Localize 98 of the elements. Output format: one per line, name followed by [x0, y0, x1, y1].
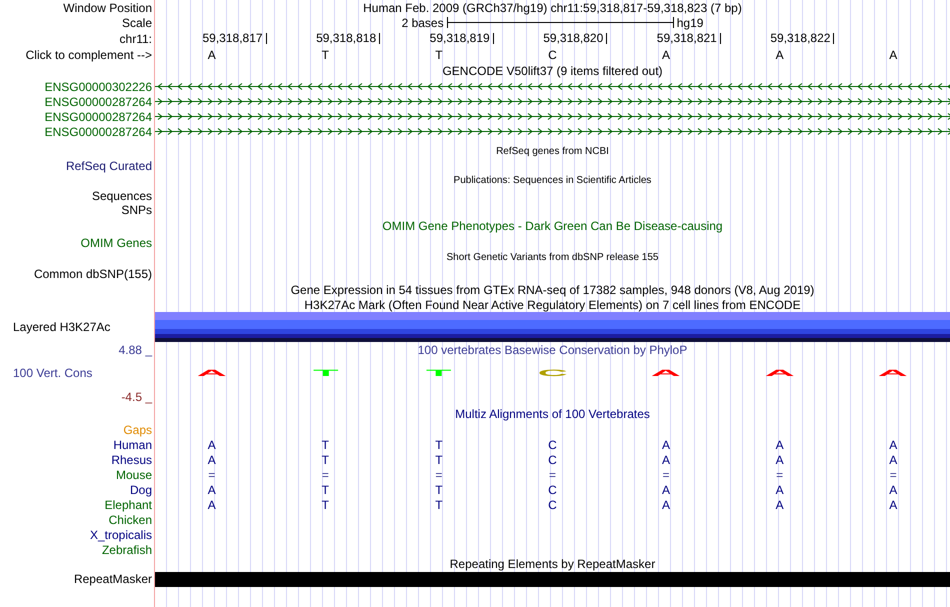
alignment-base: A: [888, 484, 898, 496]
track-title: Multiz Alignments of 100 Vertebrates: [455, 408, 650, 420]
track-title: RefSeq genes from NCBI: [496, 147, 609, 157]
track-label[interactable]: Layered H3K27Ac: [13, 321, 110, 333]
gene-label[interactable]: ENSG00000302226: [44, 80, 152, 92]
alignment-base: =: [662, 468, 671, 480]
alignment-base: =: [320, 468, 330, 480]
alignment-base: A: [774, 498, 785, 510]
axis-label: -4.5 _: [121, 391, 152, 403]
track-title: H3K27Ac Mark (Often Found Near Active Regulatory Elements) on 7 cell lines from ENCODE: [304, 299, 801, 311]
track-label[interactable]: Common dbSNP(155): [34, 268, 152, 280]
axis-label: 4.88 _: [118, 344, 152, 356]
alignment-base: A: [661, 498, 672, 510]
alignment-base: A: [206, 498, 217, 510]
alignment-base: A: [888, 454, 898, 466]
alignment-base: =: [775, 468, 784, 480]
alignment-base: A: [206, 438, 217, 450]
row-label[interactable]: chr11:: [120, 32, 152, 44]
alignment-base: A: [661, 484, 672, 496]
base-letter[interactable]: C: [496, 49, 610, 61]
alignment-base: A: [888, 438, 898, 450]
position-label: 59,318,817: [202, 33, 267, 44]
gene-feature[interactable]: [155, 82, 950, 91]
position-label: 59,318,820: [543, 33, 608, 44]
alignment-base: A: [774, 484, 785, 496]
base-letter[interactable]: A: [722, 49, 836, 61]
row-label[interactable]: Click to complement -->: [26, 49, 152, 61]
position-label: 59,318,819: [430, 33, 494, 44]
alignment-base: =: [434, 468, 444, 480]
species-label[interactable]: Mouse: [116, 468, 152, 480]
logo-letter: T: [425, 368, 453, 378]
base-letter[interactable]: A: [609, 49, 723, 61]
track-label[interactable]: RepeatMasker: [74, 573, 152, 585]
track-title: Repeating Elements by RepeatMasker: [450, 558, 656, 570]
base-letter[interactable]: T: [268, 49, 382, 61]
track-label[interactable]: SNPs: [121, 204, 152, 216]
species-label[interactable]: Dog: [130, 484, 152, 496]
alignment-base: T: [434, 454, 444, 466]
alignment-base: T: [320, 484, 330, 496]
alignment-base: =: [207, 468, 216, 480]
row-label[interactable]: Window Position: [63, 2, 152, 14]
alignment-base: T: [320, 498, 330, 510]
assembly-label: hg19: [676, 16, 704, 28]
alignment-base: A: [206, 484, 217, 496]
gene-label[interactable]: ENSG00000287264: [44, 110, 152, 122]
alignment-base: C: [547, 498, 558, 510]
alignment-base: A: [774, 454, 785, 466]
logo-letter: A: [877, 368, 910, 378]
alignment-base: T: [434, 438, 444, 450]
logo-letter: C: [536, 368, 568, 378]
track-label[interactable]: 100 Vert. Cons: [13, 367, 92, 379]
logo-letter: A: [650, 368, 682, 378]
gene-feature[interactable]: [155, 112, 950, 121]
base-letter[interactable]: A: [836, 49, 950, 61]
alignment-base: T: [434, 484, 444, 496]
species-label[interactable]: X_tropicalis: [90, 528, 152, 540]
alignment-base: C: [547, 484, 558, 496]
alignment-base: T: [320, 438, 330, 450]
alignment-base: A: [774, 438, 785, 450]
gene-label[interactable]: ENSG00000287264: [44, 126, 152, 138]
track-title: Gene Expression in 54 tissues from GTEx RNA-seq of 17382 samples, 948 donors (V8, Aug 2019): [290, 284, 814, 296]
logo-letter: T: [312, 368, 340, 378]
logo-letter: A: [764, 368, 796, 378]
alignment-base: T: [434, 498, 444, 510]
base-letter[interactable]: A: [155, 49, 269, 61]
track-label[interactable]: OMIM Genes: [80, 236, 152, 248]
position-label: 59,318,822: [770, 33, 834, 44]
track-title: GENCODE V50lift37 (9 items filtered out): [442, 65, 663, 77]
species-label[interactable]: Zebrafish: [102, 544, 152, 556]
species-label[interactable]: Rhesus: [111, 454, 152, 466]
alignment-base: C: [547, 454, 558, 466]
gene-label[interactable]: ENSG00000287264: [44, 96, 152, 108]
position-label: 59,318,818: [316, 33, 380, 44]
alignment-base: A: [206, 454, 217, 466]
gene-feature[interactable]: [155, 97, 950, 106]
alignment-base: C: [547, 438, 558, 450]
track-title: Short Genetic Variants from dbSNP release 155: [446, 253, 658, 263]
alignment-base: A: [888, 498, 898, 510]
alignment-base: A: [661, 454, 672, 466]
species-label[interactable]: Elephant: [104, 498, 152, 510]
scale-text: 2 bases: [402, 16, 444, 28]
logo-letter: A: [196, 368, 228, 378]
base-letter[interactable]: T: [382, 49, 496, 61]
track-title: 100 vertebrates Basewise Conservation by PhyloP: [418, 344, 688, 356]
track-title: Publications: Sequences in Scientific Articles: [454, 176, 652, 186]
species-label[interactable]: Human: [113, 438, 152, 450]
alignment-base: =: [888, 468, 898, 480]
alignment-base: A: [661, 438, 672, 450]
track-label[interactable]: Sequences: [92, 190, 152, 202]
alignment-base: =: [548, 468, 557, 480]
position-title: Human Feb. 2009 (GRCh37/hg19) chr11:59,318,817-59,318,823 (7 bp): [363, 2, 742, 14]
position-label: 59,318,821: [656, 33, 721, 44]
track-title: OMIM Gene Phenotypes - Dark Green Can Be Disease-causing: [382, 220, 723, 232]
gene-feature[interactable]: [155, 127, 950, 136]
track-label[interactable]: RefSeq Curated: [66, 160, 152, 172]
row-label[interactable]: Scale: [122, 16, 152, 28]
species-label[interactable]: Chicken: [108, 514, 152, 526]
alignment-base: T: [320, 454, 330, 466]
